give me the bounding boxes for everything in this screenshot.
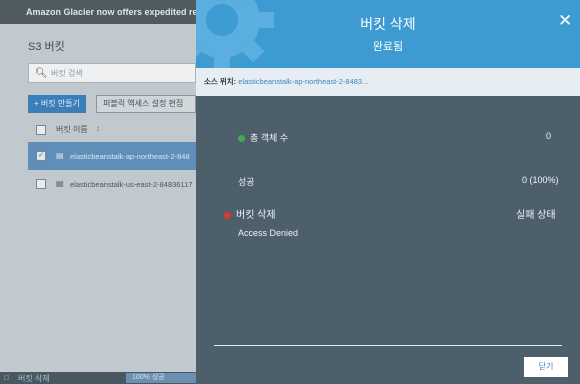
divider — [214, 345, 562, 346]
error-dot-icon — [224, 211, 231, 219]
search-placeholder: 버킷 검색 — [51, 69, 83, 78]
table-row[interactable]: ✓ ▤ elasticbeanstalk-ap-northeast-2-848 — [28, 142, 196, 170]
delete-operation-label: 버킷 삭제 — [224, 206, 276, 221]
table-header: 버킷 이름 ↕ — [28, 122, 196, 138]
total-objects-label: 총 객체 수 — [238, 131, 288, 144]
delete-bucket-panel: 버킷 삭제 완료됨 ✕ 소스 위치: elasticbeanstalk-ap-n… — [196, 0, 580, 384]
total-objects-value: 0 — [546, 131, 552, 141]
row-checkbox[interactable]: ✓ — [36, 151, 46, 161]
close-icon[interactable]: ✕ — [558, 12, 572, 29]
sort-icon[interactable]: ↕ — [96, 124, 100, 133]
operation-status-bar: □ 버킷 삭제 100% 성공 — [0, 372, 196, 384]
row-checkbox[interactable] — [36, 179, 46, 189]
panel-title: 버킷 삭제 — [360, 16, 416, 32]
gear-icon — [196, 0, 274, 68]
failure-status: 실패 상태 — [516, 210, 556, 221]
panel-header: 버킷 삭제 완료됨 ✕ — [196, 0, 580, 68]
bucket-icon: ▤ — [56, 151, 64, 160]
trash-icon: □ — [4, 373, 9, 382]
operation-label[interactable]: 버킷 삭제 — [18, 373, 50, 384]
bucket-name[interactable]: elasticbeanstalk-us-east-2-84836117 — [70, 180, 192, 189]
source-location-bar: 소스 위치: elasticbeanstalk-ap-northeast-2-8… — [196, 68, 580, 96]
search-icon: 🔍︎ — [35, 68, 48, 79]
bucket-icon: ▤ — [56, 179, 64, 188]
success-dot-icon — [238, 135, 245, 143]
table-row[interactable]: ▤ elasticbeanstalk-us-east-2-84836117 — [28, 170, 196, 198]
bucket-search-input[interactable]: 🔍︎ 버킷 검색 — [28, 63, 196, 83]
success-value: 0 (100%) — [522, 175, 559, 185]
select-all-checkbox[interactable] — [36, 125, 46, 135]
s3-console-background: Amazon Glacier now offers expedited re S… — [0, 0, 196, 384]
bucket-name[interactable]: elasticbeanstalk-ap-northeast-2-848 — [70, 152, 190, 161]
create-bucket-button[interactable]: + 버킷 만들기 — [28, 95, 86, 113]
panel-status: 완료됨 — [372, 41, 404, 53]
success-label: 성공 — [238, 177, 255, 187]
close-button[interactable]: 닫기 — [524, 357, 568, 377]
edit-public-access-button[interactable]: 퍼블릭 액세스 설정 편집 — [96, 95, 196, 113]
column-bucket-name[interactable]: 버킷 이름 — [56, 124, 88, 135]
error-message: Access Denied — [238, 228, 299, 238]
source-label: 소스 위치: — [204, 77, 237, 86]
announcement-banner: Amazon Glacier now offers expedited re — [0, 0, 196, 24]
source-link[interactable]: elasticbeanstalk-ap-northeast-2-8483... — [238, 77, 368, 86]
page-title: S3 버킷 — [28, 41, 65, 53]
operation-progress: 100% 성공 — [126, 373, 196, 383]
